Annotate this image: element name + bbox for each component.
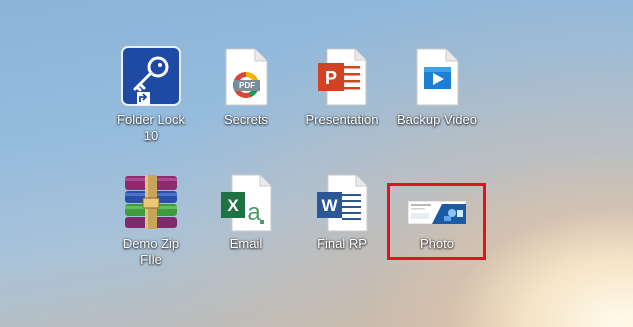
desktop-icon-email[interactable]: a X Email bbox=[198, 170, 294, 260]
pdf-file-icon: PDF bbox=[223, 48, 269, 106]
desktop-icon-folder-lock[interactable]: Folder Lock 10 bbox=[103, 46, 199, 156]
desktop-icon-final-rp[interactable]: W Final RP bbox=[294, 170, 390, 260]
desktop-icon-demo-zip[interactable]: Demo Zip FIle bbox=[103, 170, 199, 280]
svg-text:a: a bbox=[247, 199, 261, 226]
svg-text:X: X bbox=[227, 196, 239, 215]
selection-highlight-box bbox=[387, 183, 486, 260]
folder-lock-icon bbox=[120, 46, 182, 106]
desktop-icon-backup-video[interactable]: Backup Video bbox=[389, 46, 485, 136]
desktop-icon-label: Demo Zip FIle bbox=[122, 236, 180, 267]
desktop-icon-label: Email bbox=[229, 236, 263, 251]
desktop-icon-presentation[interactable]: P Presentation bbox=[294, 46, 390, 136]
desktop-icon-label: Folder Lock 10 bbox=[117, 112, 185, 143]
desktop-icon-label: Backup Video bbox=[397, 112, 477, 127]
excel-file-icon: a X bbox=[220, 174, 272, 232]
pdf-badge: PDF bbox=[234, 80, 260, 91]
svg-text:P: P bbox=[325, 68, 337, 88]
desktop-icon-label: Secrets bbox=[223, 112, 269, 127]
word-file-icon: W bbox=[316, 174, 368, 232]
video-file-icon bbox=[414, 48, 460, 106]
desktop: Folder Lock 10 PDF Secrets P Presentatio… bbox=[0, 0, 633, 327]
desktop-icon-secrets[interactable]: PDF Secrets bbox=[198, 46, 294, 136]
desktop-icon-label: Presentation bbox=[305, 112, 379, 127]
desktop-icon-label: Final RP bbox=[317, 236, 367, 251]
winrar-archive-icon bbox=[121, 174, 181, 230]
svg-text:W: W bbox=[321, 196, 338, 215]
powerpoint-file-icon: P bbox=[317, 48, 367, 106]
